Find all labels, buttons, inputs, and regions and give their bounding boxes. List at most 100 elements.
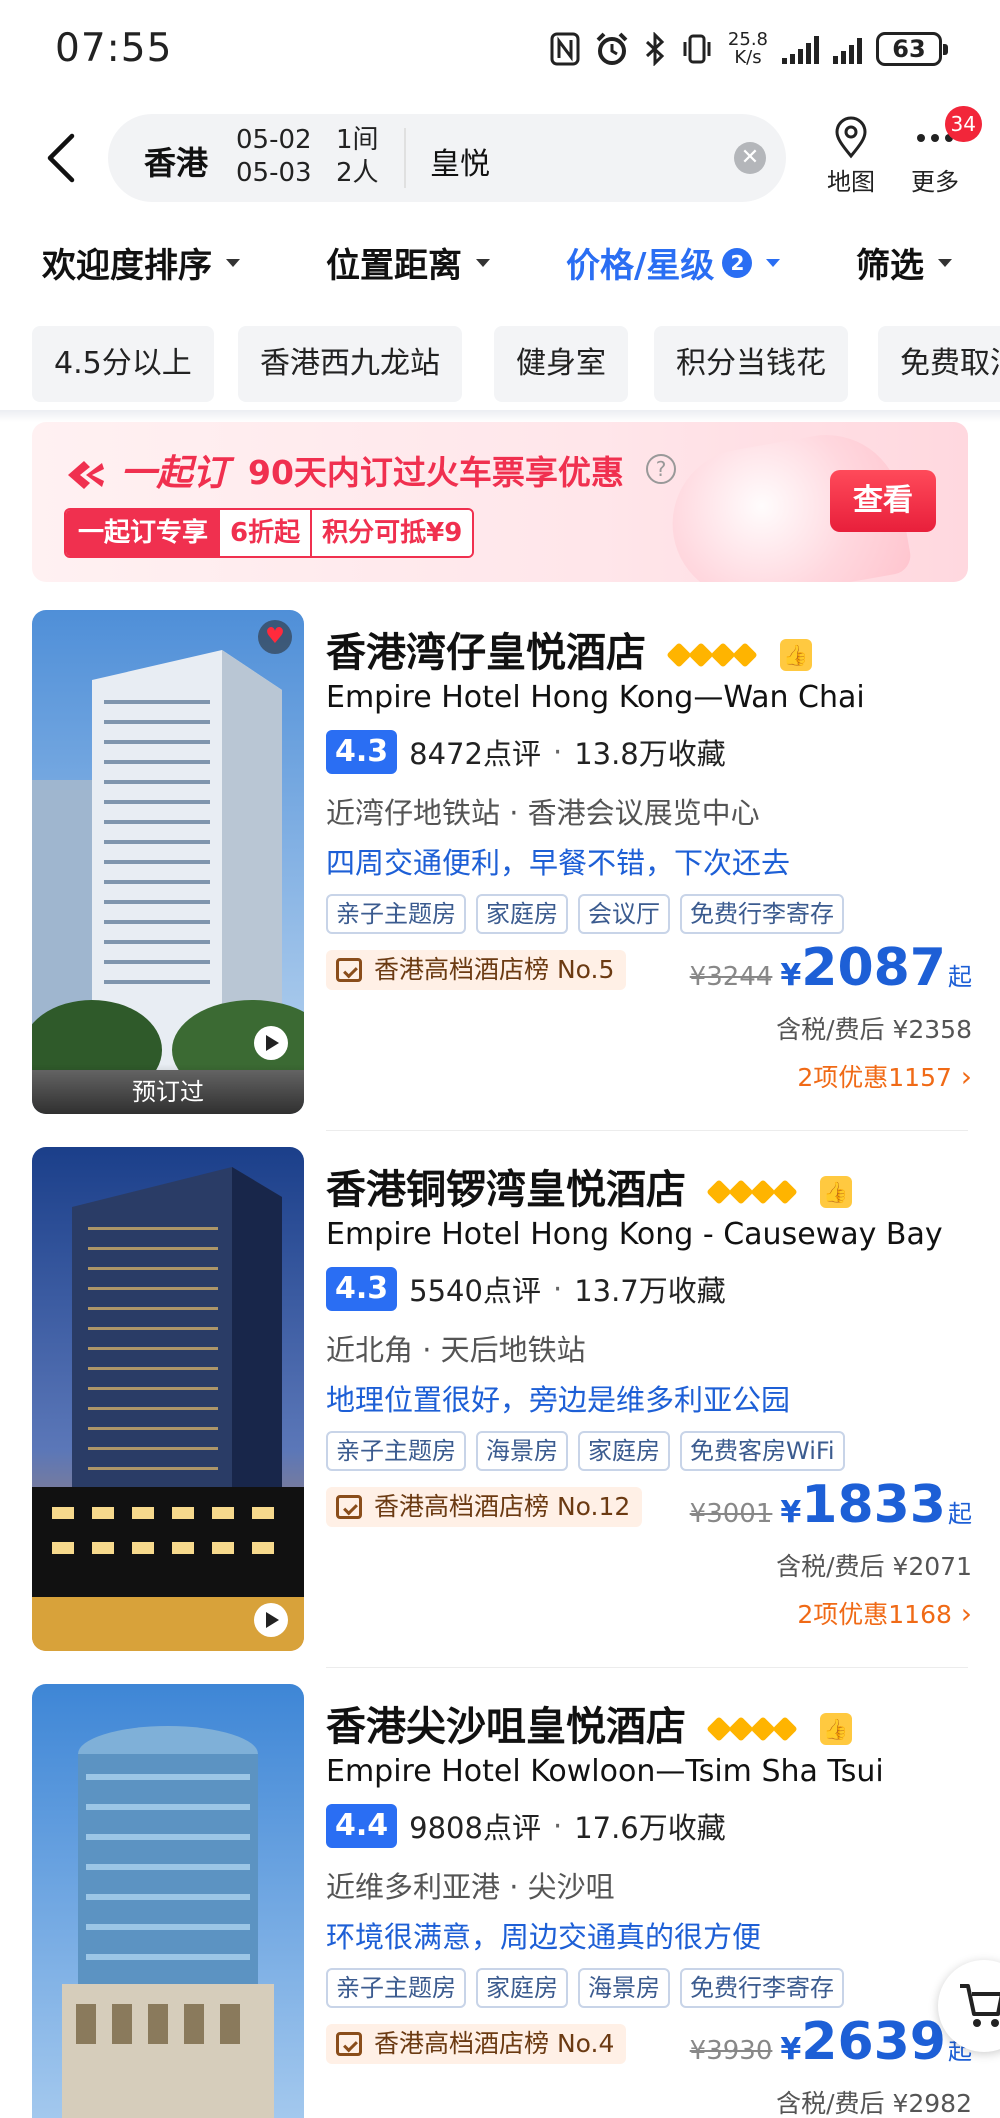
after-tax-price: 含税/费后 ¥2358 — [776, 1015, 972, 1044]
price-row: ¥3244 ¥ 2087 起 — [690, 938, 972, 998]
review-count: 9808点评 — [409, 1811, 541, 1845]
rating-row: 4.3 5540点评 · 13.7万收藏 — [326, 1267, 726, 1311]
feature-tag: 会议厅 — [578, 894, 670, 934]
feature-tag: 海景房 — [578, 1968, 670, 2008]
hotel-location: 近湾仔地铁站 · 香港会议展览中心 — [326, 796, 760, 830]
more-button[interactable]: 34 更多 — [900, 106, 982, 197]
sort-popularity[interactable]: 欢迎度排序 — [42, 238, 240, 287]
ranking-badge[interactable]: 香港高档酒店榜 No.4 — [326, 2024, 627, 2064]
hotel-info: 香港尖沙咀皇悦酒店 👍 Empire Hotel Kowloon—Tsim Sh… — [326, 1684, 972, 2118]
more-label: 更多 — [911, 168, 959, 196]
sort-bar: 欢迎度排序 位置距离 价格/星级 2 筛选 — [0, 228, 1000, 292]
promo-view-button[interactable]: 查看 — [830, 470, 936, 532]
search-dates[interactable]: 05-02 05-03 — [236, 124, 312, 190]
diamond-rating-icon — [666, 642, 758, 668]
help-icon[interactable]: ? — [646, 454, 676, 484]
net-speed-unit: K/s — [734, 47, 762, 68]
feature-tag: 家庭房 — [578, 1431, 670, 1471]
map-pin-icon — [835, 116, 867, 159]
caret-down-icon — [766, 258, 781, 267]
search-rooms-guests[interactable]: 1间 2人 — [336, 124, 379, 190]
hotel-name-en: Empire Hotel Hong Kong - Causeway Bay — [326, 1217, 943, 1252]
currency-symbol: ¥ — [780, 958, 802, 993]
ranking-badge[interactable]: 香港高档酒店榜 No.12 — [326, 1487, 643, 1527]
feature-tag: 免费行李寄存 — [680, 894, 844, 934]
card-divider — [326, 1667, 968, 1668]
sort-price-star[interactable]: 价格/星级 2 — [566, 238, 781, 287]
signal-icon-2 — [833, 34, 862, 64]
rating-score: 4.4 — [326, 1804, 398, 1848]
hotel-photo[interactable] — [32, 1147, 304, 1651]
search-city[interactable]: 香港 — [144, 138, 208, 184]
favorite-heart-icon[interactable]: ♥ — [258, 620, 292, 654]
checkin-date: 05-02 — [236, 125, 312, 155]
price-row: ¥3001 ¥ 1833 起 — [690, 1475, 972, 1535]
sort-price-star-label: 价格/星级 — [566, 246, 715, 286]
sort-filter[interactable]: 筛选 — [856, 238, 952, 287]
chip-rating[interactable]: 4.5分以上 — [32, 326, 214, 402]
back-icon[interactable] — [38, 130, 88, 186]
ranking-icon — [336, 1495, 362, 1519]
hotel-name[interactable]: 香港铜锣湾皇悦酒店 👍 — [326, 1157, 852, 1215]
chip-free-cancel[interactable]: 免费取消 — [878, 326, 1000, 402]
search-box[interactable]: 香港 05-02 05-03 1间 2人 皇悦 ✕ — [108, 114, 786, 202]
hotel-location: 近北角 · 天后地铁站 — [326, 1333, 586, 1367]
hotel-name[interactable]: 香港湾仔皇悦酒店 👍 — [326, 620, 812, 678]
hotel-name-en: Empire Hotel Kowloon—Tsim Sha Tsui — [326, 1754, 884, 1789]
hotel-photo[interactable]: ♥ 预订过 — [32, 610, 304, 1114]
separator-dot: · — [552, 1809, 563, 1843]
play-video-icon[interactable] — [254, 1026, 288, 1060]
original-price: ¥3244 — [689, 962, 773, 992]
diamond-rating-icon — [706, 1179, 798, 1205]
search-keyword[interactable]: 皇悦 — [430, 139, 490, 183]
promo-banner[interactable]: 一起订 90天内订过火车票享优惠 ? 一起订专享 6折起 积分可抵¥9 查看 — [32, 422, 968, 582]
feature-tag: 海景房 — [476, 1431, 568, 1471]
map-button[interactable]: 地图 — [816, 114, 886, 197]
ranking-text: 香港高档酒店榜 No.5 — [374, 955, 615, 984]
thumbs-up-icon: 👍 — [819, 1713, 852, 1745]
status-bar: 07:55 25.8 K/s 63 — [0, 0, 1000, 100]
ranking-text: 香港高档酒店榜 No.12 — [374, 1492, 631, 1521]
favorite-count: 17.6万收藏 — [574, 1811, 726, 1845]
booked-before-label: 预订过 — [32, 1064, 304, 1114]
play-video-icon[interactable] — [254, 1603, 288, 1637]
feature-tag: 免费客房WiFi — [680, 1431, 845, 1471]
checkout-date: 05-03 — [236, 158, 312, 188]
hotel-card[interactable]: ♥ 预订过 香港湾仔皇悦酒店 👍 Empire Hotel Hong Kong—… — [0, 610, 1000, 1131]
diamond-rating-icon — [706, 1716, 798, 1742]
hotel-name[interactable]: 香港尖沙咀皇悦酒店 👍 — [326, 1694, 852, 1752]
hotel-location: 近维多利亚港 · 尖沙咀 — [326, 1870, 615, 1904]
clear-icon[interactable]: ✕ — [734, 142, 766, 174]
chip-station[interactable]: 香港西九龙站 — [238, 326, 462, 402]
ranking-icon — [336, 2032, 362, 2056]
rating-row: 4.3 8472点评 · 13.8万收藏 — [326, 730, 726, 774]
promo-brand-label: 一起订 — [120, 453, 229, 494]
bluetooth-icon — [645, 32, 665, 66]
header-shadow — [0, 410, 1000, 422]
currency-symbol: ¥ — [780, 2032, 802, 2067]
hotel-card[interactable]: 香港尖沙咀皇悦酒店 👍 Empire Hotel Kowloon—Tsim Sh… — [0, 1684, 1000, 2118]
ranking-badge[interactable]: 香港高档酒店榜 No.5 — [326, 950, 627, 990]
promo-tag-discount: 6折起 — [220, 510, 311, 556]
chip-points[interactable]: 积分当钱花 — [654, 326, 848, 402]
hotel-name-text: 香港湾仔皇悦酒店 — [326, 630, 646, 676]
thumbs-up-icon: 👍 — [819, 1176, 852, 1208]
discount-link[interactable]: 2项优惠1157 — [797, 1058, 972, 1094]
caret-down-icon — [226, 258, 240, 267]
hotel-photo[interactable] — [32, 1684, 304, 2118]
signal-icon — [782, 34, 819, 64]
status-icons: 25.8 K/s 63 — [550, 26, 948, 72]
review-highlight: 四周交通便利，早餐不错，下次还去 — [326, 846, 791, 880]
currency-symbol: ¥ — [780, 1495, 802, 1530]
feature-tag: 家庭房 — [476, 894, 568, 934]
sort-distance[interactable]: 位置距离 — [326, 238, 490, 287]
hotel-card[interactable]: 香港铜锣湾皇悦酒店 👍 Empire Hotel Hong Kong - Cau… — [0, 1147, 1000, 1668]
separator-dot: · — [552, 735, 563, 769]
hotel-info: 香港湾仔皇悦酒店 👍 Empire Hotel Hong Kong—Wan Ch… — [326, 610, 972, 1114]
chip-gym[interactable]: 健身室 — [494, 326, 628, 402]
hotel-building-image — [32, 1684, 304, 2118]
ranking-icon — [336, 958, 362, 982]
caret-down-icon — [938, 258, 952, 267]
hotel-building-image — [32, 1147, 304, 1651]
discount-link[interactable]: 2项优惠1168 — [797, 1595, 972, 1631]
